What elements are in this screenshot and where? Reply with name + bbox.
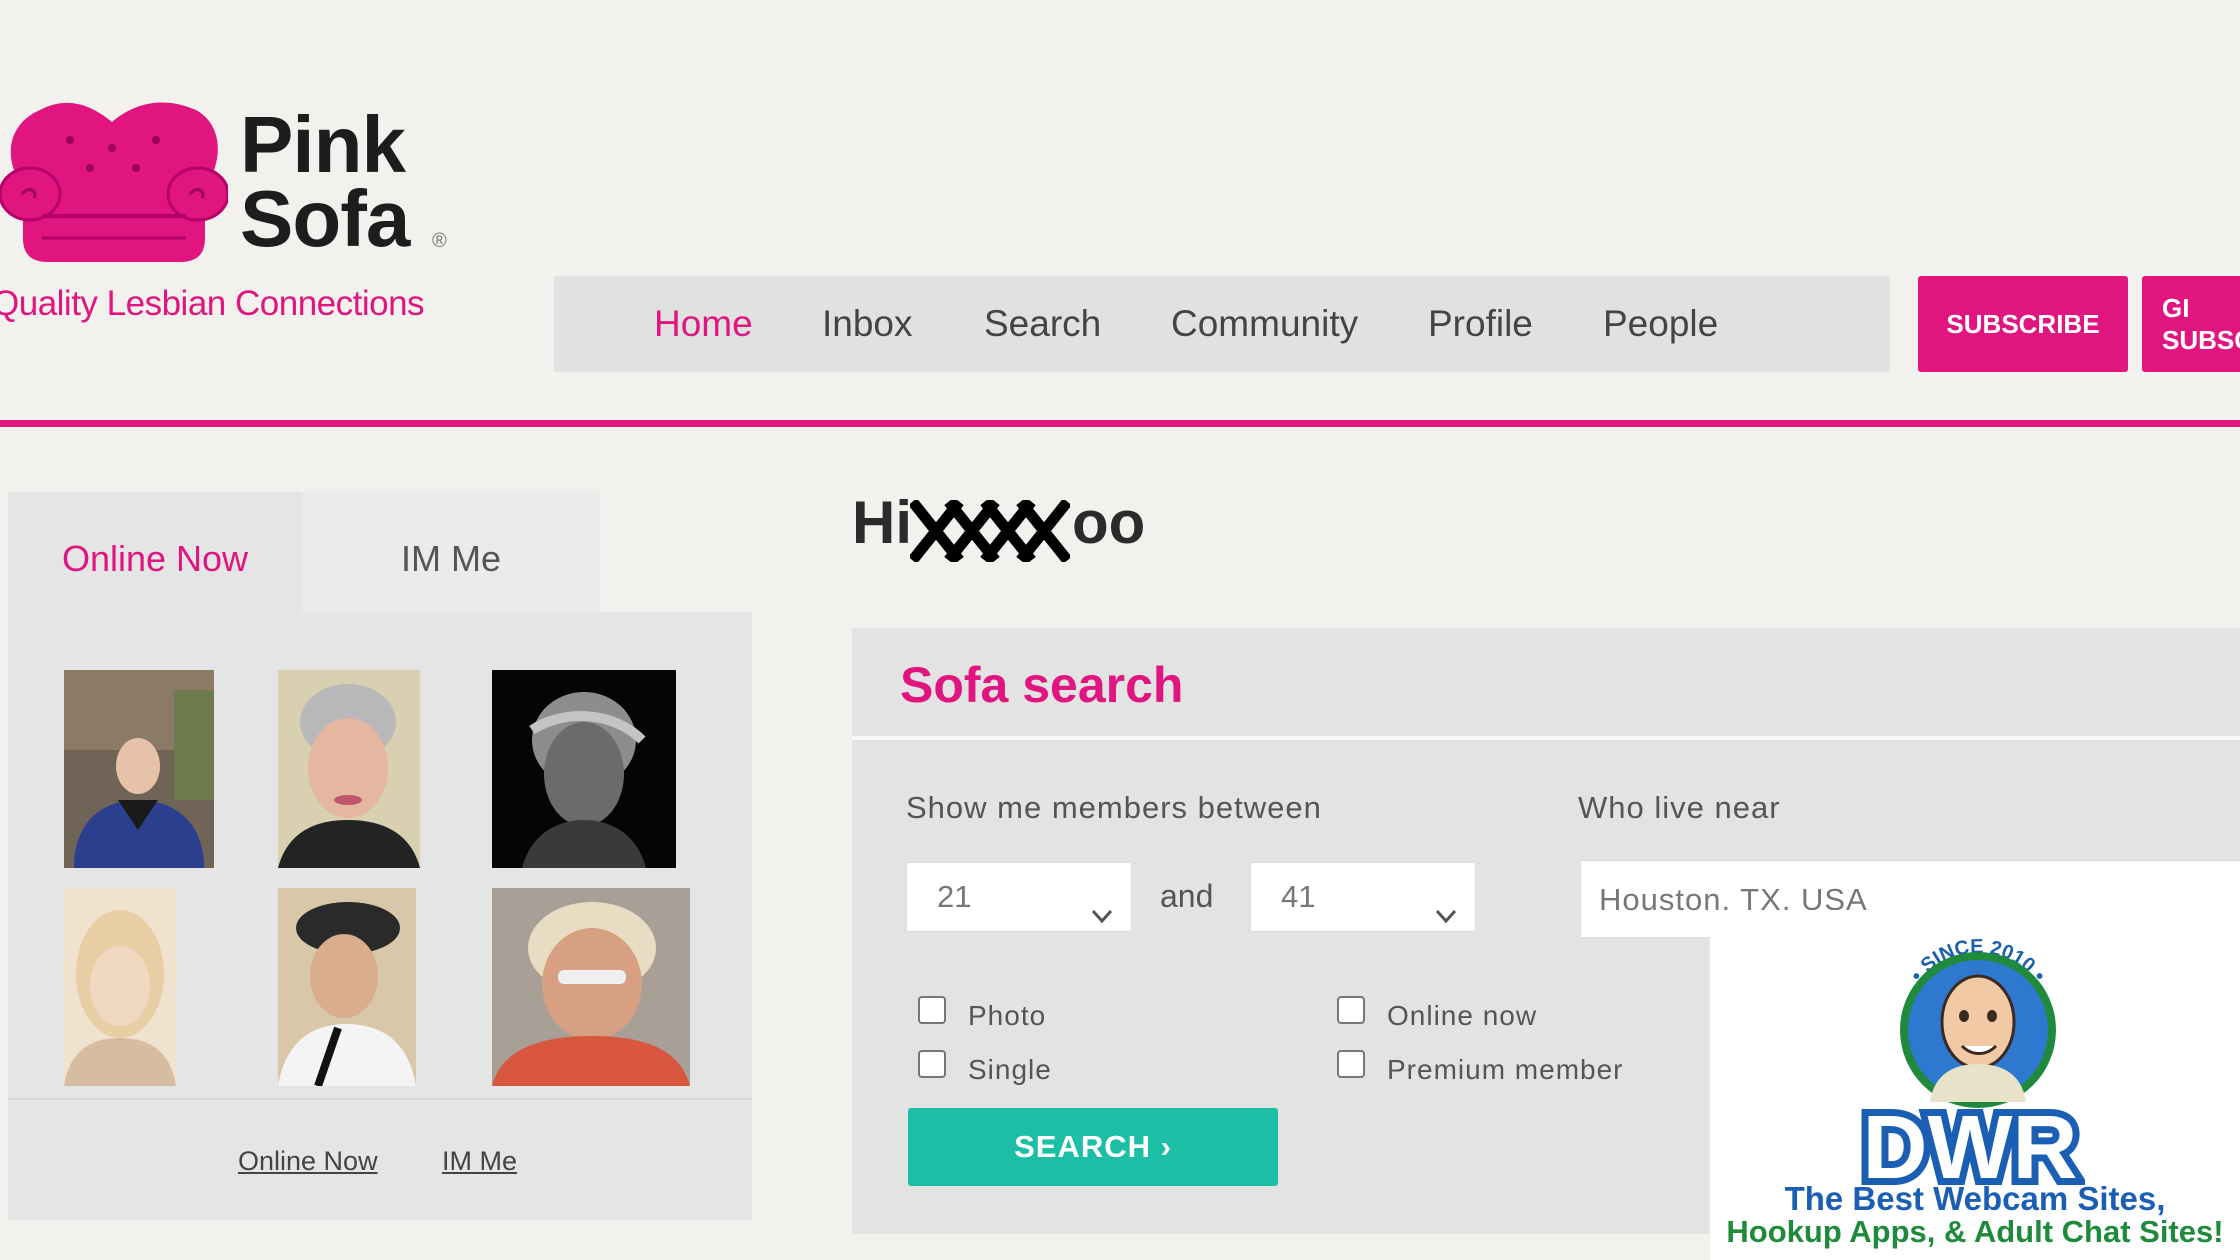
- member-thumbnail[interactable]: [64, 888, 176, 1086]
- member-thumbnail[interactable]: [492, 888, 690, 1086]
- tab-online-now[interactable]: Online Now: [8, 492, 302, 616]
- premium-member-checkbox-label: Premium member: [1387, 1054, 1624, 1085]
- member-thumbnail[interactable]: [278, 888, 416, 1086]
- gift-subscription-button[interactable]: GI SUBSCI: [2142, 276, 2240, 372]
- search-button[interactable]: SEARCH ›: [908, 1108, 1278, 1186]
- brand-name[interactable]: Pink Sofa: [240, 100, 410, 263]
- photo-checkbox[interactable]: [918, 996, 946, 1024]
- premium-member-checkbox[interactable]: [1337, 1050, 1365, 1078]
- footer-link-online-now[interactable]: Online Now: [238, 1146, 378, 1177]
- greeting-suffix: oo: [1072, 489, 1146, 556]
- nav-item-inbox[interactable]: Inbox: [822, 276, 913, 372]
- nav-item-search[interactable]: Search: [984, 276, 1101, 372]
- redaction-mark: [908, 498, 1072, 567]
- nav-item-home[interactable]: Home: [654, 276, 753, 372]
- panel-separator: [8, 1098, 752, 1100]
- main-nav: Home Inbox Search Community Profile Peop…: [554, 276, 1890, 372]
- search-panel-title: Sofa search: [900, 657, 1184, 713]
- online-now-checkbox[interactable]: [1337, 996, 1365, 1024]
- gift-button-line1: GI: [2162, 293, 2190, 323]
- chevron-down-icon: [1089, 885, 1115, 953]
- online-now-checkbox-label: Online now: [1387, 1000, 1538, 1031]
- chevron-down-icon: [1433, 885, 1459, 953]
- pink-sofa-logo-icon[interactable]: [0, 98, 230, 271]
- gift-button-line2: SUBSCI: [2162, 325, 2240, 355]
- nav-item-profile[interactable]: Profile: [1428, 276, 1533, 372]
- dwr-mascot-badge-icon: • SINCE 2010 •: [1878, 912, 2078, 1117]
- tagline: Quality Lesbian Connections: [0, 284, 425, 323]
- nav-item-community[interactable]: Community: [1171, 276, 1358, 372]
- photo-checkbox-label: Photo: [968, 1000, 1047, 1031]
- member-thumbnail[interactable]: [278, 670, 420, 868]
- ad-tagline-line1: The Best Webcam Sites,: [1784, 1180, 2166, 1217]
- tab-online-now-label: Online Now: [61, 538, 249, 579]
- age-range-label: Show me members between: [906, 790, 1322, 825]
- nav-item-people[interactable]: People: [1603, 276, 1718, 372]
- single-checkbox[interactable]: [918, 1050, 946, 1078]
- tab-im-me-label: IM Me: [400, 538, 501, 579]
- age-max-select[interactable]: 41: [1250, 862, 1476, 932]
- footer-link-im-me[interactable]: IM Me: [442, 1146, 517, 1177]
- age-min-select[interactable]: 21: [906, 862, 1132, 932]
- tab-im-me[interactable]: IM Me: [302, 492, 600, 616]
- header-divider: [0, 420, 2240, 427]
- single-checkbox-label: Single: [968, 1054, 1052, 1085]
- member-thumbnail[interactable]: [64, 670, 214, 868]
- brand-name-line1: Pink: [240, 100, 406, 189]
- subscribe-button[interactable]: SUBSCRIBE: [1918, 276, 2128, 372]
- ad-tagline-line2: Hookup Apps, & Adult Chat Sites!: [1726, 1214, 2224, 1249]
- age-min-value: 21: [937, 879, 972, 914]
- dwr-logo-text: DWR: [1863, 1098, 2078, 1190]
- location-label: Who live near: [1578, 790, 1781, 825]
- greeting-prefix: Hi: [852, 489, 912, 556]
- member-thumbnail[interactable]: [492, 670, 676, 868]
- and-label: and: [1160, 878, 1214, 914]
- age-max-value: 41: [1281, 879, 1316, 914]
- brand-name-line2: Sofa: [240, 174, 410, 263]
- registered-mark: ®: [432, 230, 447, 252]
